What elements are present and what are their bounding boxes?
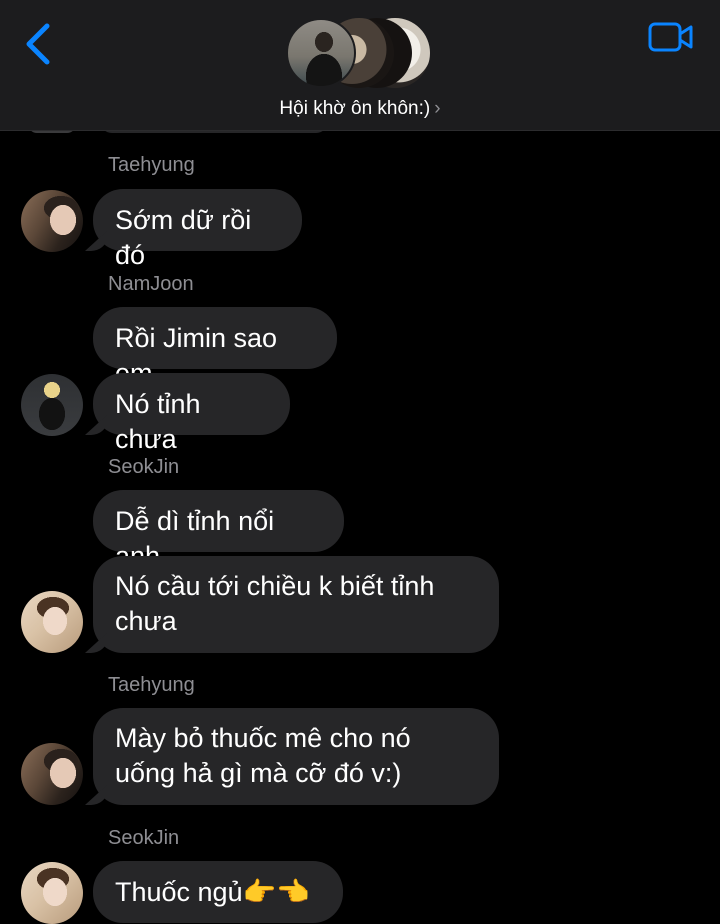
message-bubble[interactable]: Nó cầu tới chiều k biết tỉnh chưa — [93, 556, 499, 653]
message-text: Sớm dữ rồi đó — [115, 205, 252, 270]
conversation-header: Hội khờ ôn khôn:) › — [0, 0, 720, 131]
sender-name: NamJoon — [108, 273, 194, 295]
message-bubble[interactable]: Dễ dì tỉnh nổi anh — [93, 490, 344, 571]
sender-name: SeokJin — [108, 827, 180, 849]
video-call-button[interactable] — [646, 18, 696, 58]
sender-name: Taehyung — [108, 674, 195, 696]
message-text: Mày bỏ thuốc mê cho nó uống hả gì mà cỡ … — [115, 723, 411, 788]
message-bubble[interactable]: Sớm dữ rồi đó — [93, 189, 302, 270]
chevron-left-icon — [26, 23, 50, 65]
chevron-right-icon: › — [434, 98, 441, 119]
group-name-button[interactable]: Hội khờ ôn khôn:) › — [0, 98, 720, 120]
message-text: Thuốc ngủ👉👈 — [115, 877, 310, 907]
sender-name: SeokJin — [108, 456, 180, 478]
avatar — [286, 18, 356, 88]
avatar-taehyung[interactable] — [21, 190, 83, 252]
avatar-taehyung[interactable] — [21, 743, 83, 805]
chat-thread: Taehyung Sớm dữ rồi đó NamJoon Rồi Jimin… — [0, 0, 720, 924]
group-avatar-stack[interactable] — [286, 18, 436, 90]
avatar-namjoon[interactable] — [21, 374, 83, 436]
message-bubble[interactable]: Mày bỏ thuốc mê cho nó uống hả gì mà cỡ … — [93, 708, 499, 805]
message-bubble[interactable]: Thuốc ngủ👉👈 — [93, 861, 343, 923]
group-name: Hội khờ ôn khôn:) — [279, 98, 431, 119]
sender-name: Taehyung — [108, 154, 195, 176]
message-text: Nó tỉnh chưa — [115, 389, 201, 454]
message-bubble[interactable]: Rồi Jimin sao em — [93, 307, 337, 388]
message-bubble[interactable]: Nó tỉnh chưa — [93, 373, 290, 454]
message-text: Nó cầu tới chiều k biết tỉnh chưa — [115, 571, 435, 636]
video-camera-icon — [648, 22, 693, 52]
back-button[interactable] — [18, 20, 62, 68]
avatar-seokjin[interactable] — [21, 591, 83, 653]
